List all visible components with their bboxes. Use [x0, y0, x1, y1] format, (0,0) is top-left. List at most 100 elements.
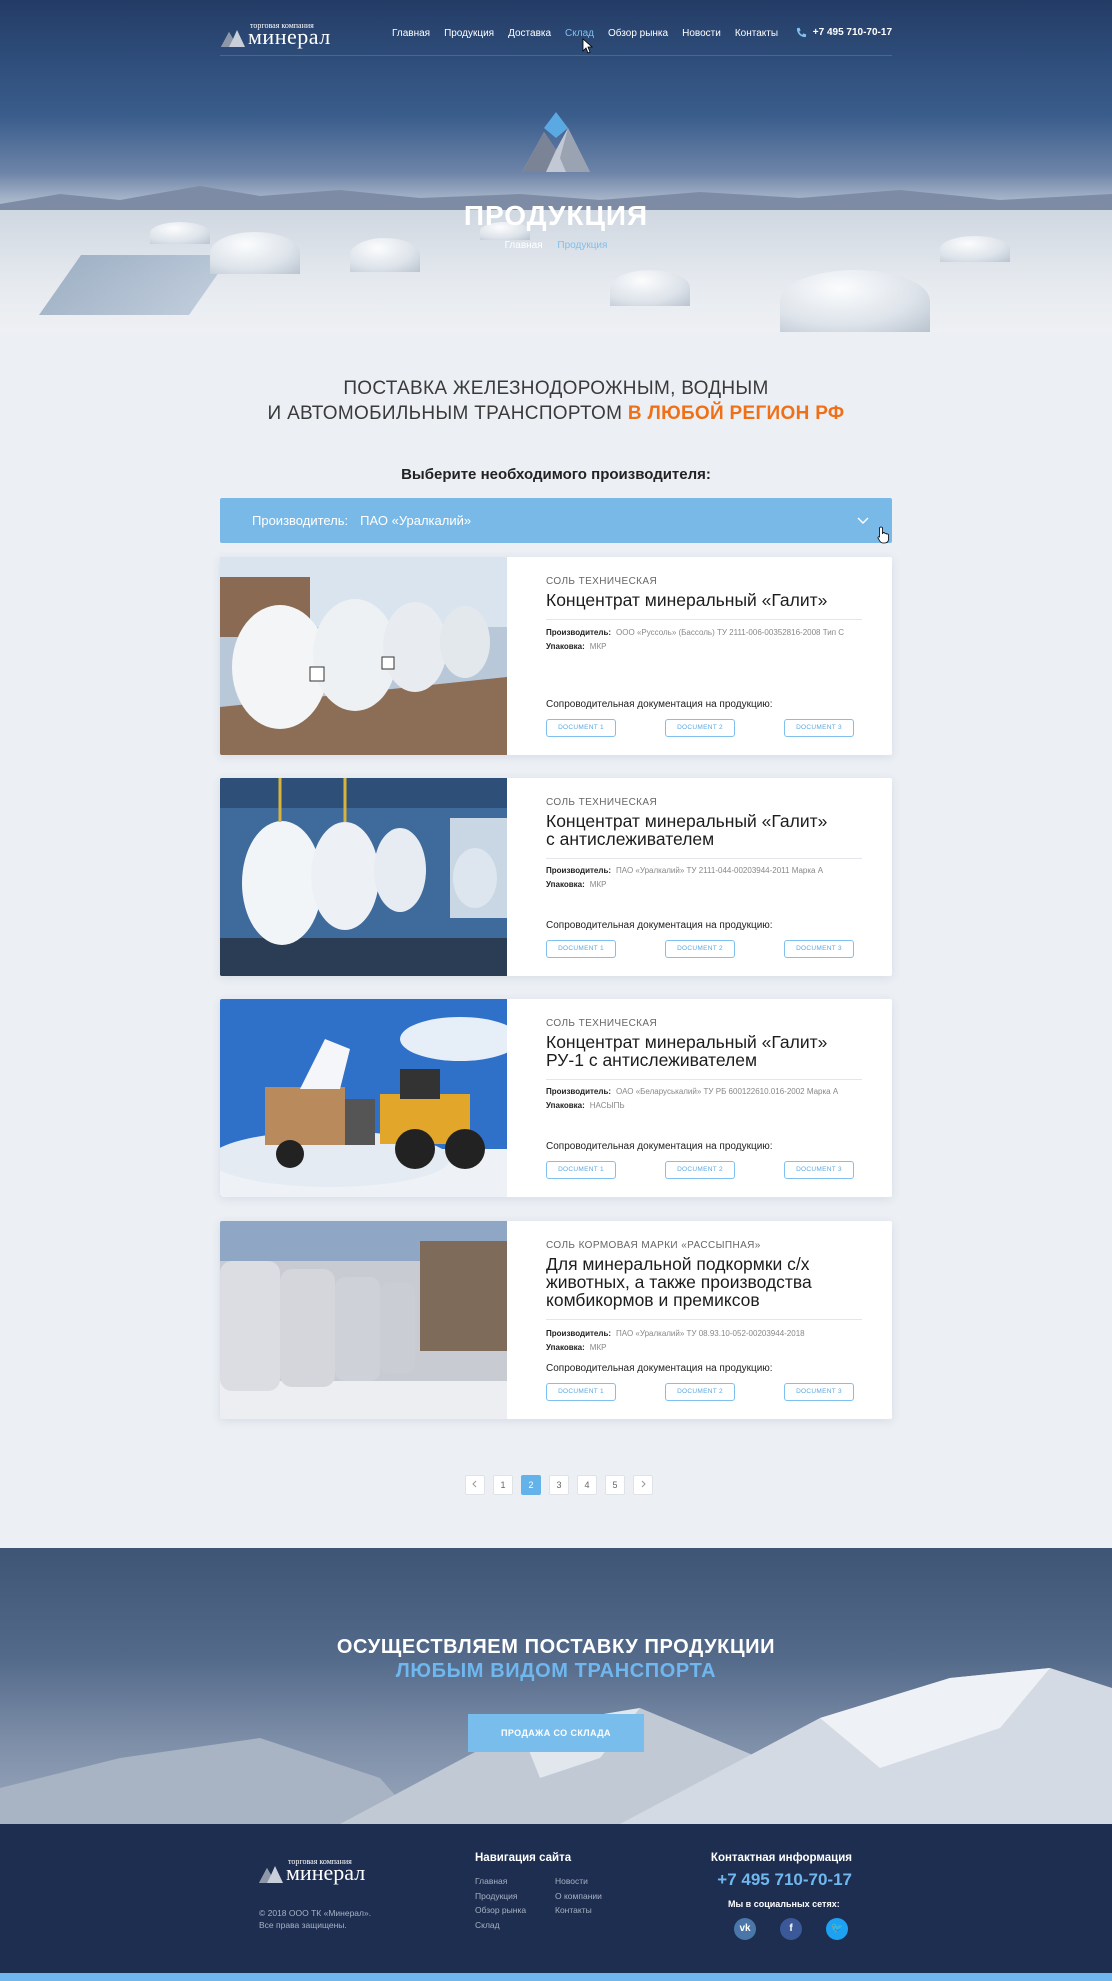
document-2-button[interactable]: DOCUMENT 2 [665, 1161, 735, 1179]
product-card[interactable]: СОЛЬ КОРМОВАЯ МАРКИ «РАССЫПНАЯ» Для мине… [220, 1221, 892, 1419]
page-button[interactable]: 3 [549, 1475, 569, 1495]
intro-highlight: В ЛЮБОЙ РЕГИОН РФ [627, 403, 845, 424]
docs-buttons: DOCUMENT 1 DOCUMENT 2 DOCUMENT 3 [546, 940, 854, 958]
footer-nav-col-2: Новости О компании Контакты [555, 1874, 602, 1918]
product-photo [220, 778, 507, 976]
logo-wordmark: минерал [286, 1860, 366, 1885]
footer-link[interactable]: Новости [555, 1874, 602, 1889]
footer-link[interactable]: Главная [475, 1874, 526, 1889]
divider [546, 619, 862, 620]
nav-item-delivery[interactable]: Доставка [508, 28, 551, 39]
footer-link[interactable]: Склад [475, 1918, 526, 1933]
product-packing: Упаковка: МКР [546, 880, 607, 889]
product-producer: Производитель: ОАО «Беларуськалий» ТУ РБ … [546, 1087, 839, 1096]
document-3-button[interactable]: DOCUMENT 3 [784, 1161, 854, 1179]
document-1-button[interactable]: DOCUMENT 1 [546, 1383, 616, 1401]
facebook-icon[interactable]: f [780, 1918, 802, 1940]
product-name[interactable]: Концентрат минеральный «Галит» с антислеж… [546, 812, 876, 848]
footer-link[interactable]: Обзор рынка [475, 1903, 526, 1918]
product-photo [220, 557, 507, 755]
chevron-right-icon [641, 1480, 646, 1488]
product-name[interactable]: Концентрат минеральный «Галит» [546, 591, 876, 609]
page-button[interactable]: 1 [493, 1475, 513, 1495]
manufacturer-prompt: Выберите необходимого производителя: [401, 466, 711, 483]
product-card[interactable]: СОЛЬ ТЕХНИЧЕСКАЯ Концентрат минеральный … [220, 778, 892, 976]
delivery-banner: ОСУЩЕСТВЛЯЕМ ПОСТАВКУ ПРОДУКЦИИ ЛЮБЫМ ВИ… [0, 1548, 1112, 1824]
docs-label: Сопроводительная документация на продукц… [546, 920, 773, 931]
footer-logo[interactable]: торговая компания минерал [258, 1854, 398, 1884]
intro-line-1: ПОСТАВКА ЖЕЛЕЗНОДОРОЖНЫМ, ВОДНЫМ [343, 378, 769, 399]
document-2-button[interactable]: DOCUMENT 2 [665, 719, 735, 737]
header-phone-number: +7 495 710-70-17 [812, 27, 892, 38]
logo-mountain-icon [259, 1866, 283, 1883]
document-2-button[interactable]: DOCUMENT 2 [665, 940, 735, 958]
salt-mound [610, 270, 690, 306]
footer-link[interactable]: Контакты [555, 1903, 602, 1918]
prev-page-button[interactable] [465, 1475, 485, 1495]
banner-subtitle: ЛЮБЫМ ВИДОМ ТРАНСПОРТА [395, 1660, 717, 1682]
product-name[interactable]: Для минеральной подкормки с/х животных, а… [546, 1255, 876, 1309]
nav-item-news[interactable]: Новости [682, 28, 721, 39]
warehouse-sale-button[interactable]: ПРОДАЖА СО СКЛАДА [468, 1714, 644, 1752]
page-button[interactable]: 4 [577, 1475, 597, 1495]
logo-mountain-icon [221, 30, 245, 47]
nav-item-products[interactable]: Продукция [444, 28, 494, 39]
document-1-button[interactable]: DOCUMENT 1 [546, 719, 616, 737]
nav-item-market[interactable]: Обзор рынка [608, 28, 668, 39]
hero: торговая компания минерал Главная Продук… [0, 0, 1112, 332]
product-producer: Производитель: ПАО «Уралкалий» ТУ 2111-04… [546, 866, 824, 875]
product-card[interactable]: СОЛЬ ТЕХНИЧЕСКАЯ Концентрат минеральный … [220, 557, 892, 755]
header-phone[interactable]: +7 495 710-70-17 [796, 27, 892, 38]
footer-link[interactable]: О компании [555, 1889, 602, 1904]
breadcrumb-current: Продукция [557, 240, 608, 251]
docs-buttons: DOCUMENT 1 DOCUMENT 2 DOCUMENT 3 [546, 719, 854, 737]
breadcrumb: Главная Продукция [0, 240, 1112, 251]
product-producer: Производитель: ООО «Руссоль» (Бассоль) ТУ… [546, 628, 845, 637]
social-title: Мы в социальных сетях: [728, 1899, 840, 1909]
product-photo [220, 999, 507, 1197]
delivery-intro: ПОСТАВКА ЖЕЛЕЗНОДОРОЖНЫМ, ВОДНЫМ И АВТОМ… [0, 376, 1112, 426]
product-category: СОЛЬ ТЕХНИЧЕСКАЯ [546, 1018, 658, 1029]
manufacturer-select[interactable]: Производитель: ПАО «Уралкалий» [220, 498, 892, 543]
footer-nav-col-1: Главная Продукция Обзор рынка Склад [475, 1874, 526, 1932]
salt-mound [780, 270, 930, 332]
manufacturer-select-value: ПАО «Уралкалий» [360, 513, 472, 528]
docs-label: Сопроводительная документация на продукц… [546, 699, 773, 710]
top-nav: торговая компания минерал Главная Продук… [220, 14, 892, 56]
document-1-button[interactable]: DOCUMENT 1 [546, 940, 616, 958]
chevron-left-icon [472, 1480, 477, 1488]
product-name[interactable]: Концентрат минеральный «Галит» РУ-1 с ант… [546, 1033, 876, 1069]
page-button-current[interactable]: 2 [521, 1475, 541, 1495]
footer-link[interactable]: Продукция [475, 1889, 526, 1904]
document-3-button[interactable]: DOCUMENT 3 [784, 719, 854, 737]
document-3-button[interactable]: DOCUMENT 3 [784, 1383, 854, 1401]
product-packing: Упаковка: МКР [546, 642, 607, 651]
product-card[interactable]: СОЛЬ ТЕХНИЧЕСКАЯ Концентрат минеральный … [220, 999, 892, 1197]
next-page-button[interactable] [633, 1475, 653, 1495]
footer: торговая компания минерал © 2018 ООО ТК … [0, 1824, 1112, 1981]
footer-nav-title: Навигация сайта [475, 1852, 572, 1864]
document-3-button[interactable]: DOCUMENT 3 [784, 940, 854, 958]
emblem-mountain-icon [522, 112, 590, 172]
mouse-cursor-icon [582, 38, 594, 54]
banner-title: ОСУЩЕСТВЛЯЕМ ПОСТАВКУ ПРОДУКЦИИ [336, 1636, 776, 1658]
vk-icon[interactable]: vk [734, 1918, 756, 1940]
document-1-button[interactable]: DOCUMENT 1 [546, 1161, 616, 1179]
breadcrumb-home[interactable]: Главная [505, 240, 543, 251]
product-packing: Упаковка: НАСЫПЬ [546, 1101, 625, 1110]
divider [546, 1079, 862, 1080]
copyright: © 2018 ООО ТК «Минерал». Все права защище… [259, 1908, 372, 1930]
product-photo [220, 1221, 507, 1419]
divider [546, 1319, 862, 1320]
nav-item-contacts[interactable]: Контакты [735, 28, 778, 39]
page-title: ПРОДУКЦИЯ [463, 200, 649, 231]
document-2-button[interactable]: DOCUMENT 2 [665, 1383, 735, 1401]
nav-item-home[interactable]: Главная [392, 28, 430, 39]
footer-phone[interactable]: +7 495 710-70-17 [700, 1870, 852, 1890]
docs-label: Сопроводительная документация на продукц… [546, 1141, 773, 1152]
twitter-icon[interactable]: 🐦 [826, 1918, 848, 1940]
product-category: СОЛЬ ТЕХНИЧЕСКАЯ [546, 797, 658, 808]
manufacturer-select-label: Производитель: [252, 513, 349, 528]
page-button[interactable]: 5 [605, 1475, 625, 1495]
product-category: СОЛЬ ТЕХНИЧЕСКАЯ [546, 576, 658, 587]
